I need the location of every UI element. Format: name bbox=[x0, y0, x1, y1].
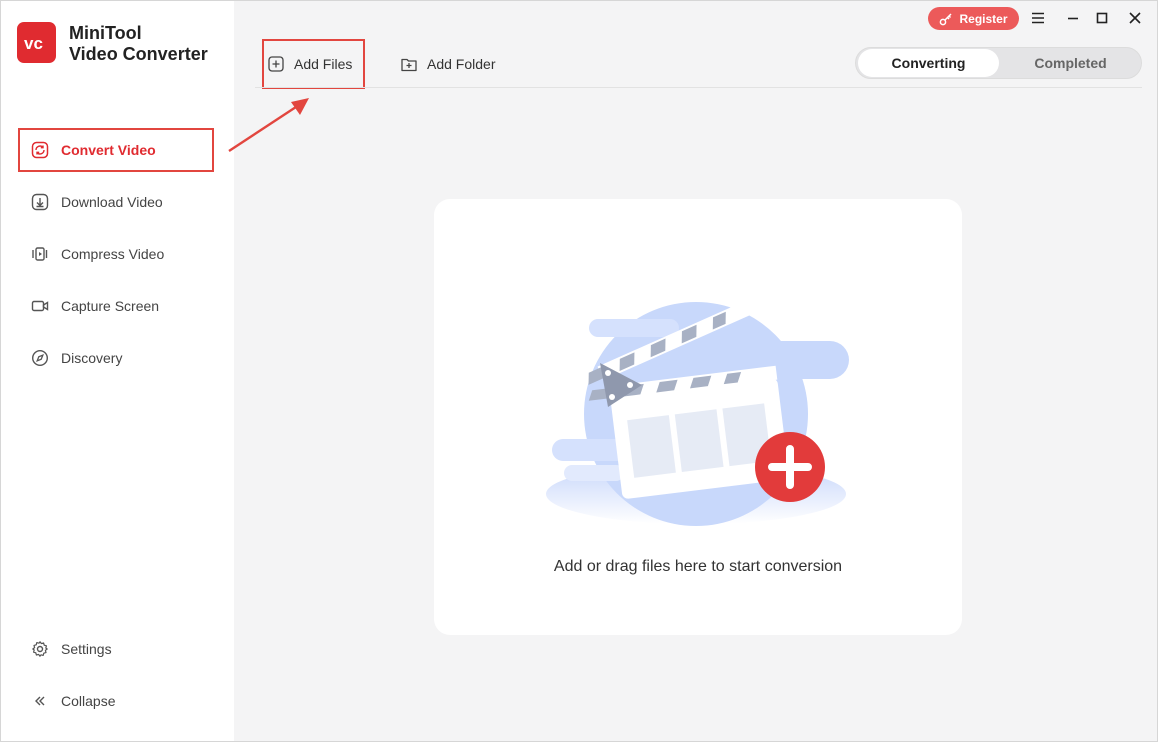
menu-button[interactable] bbox=[1028, 8, 1048, 28]
sidebar-item-compress-video[interactable]: Compress Video bbox=[18, 232, 214, 276]
gear-icon bbox=[31, 640, 49, 658]
sidebar-item-discovery[interactable]: Discovery bbox=[18, 336, 214, 380]
compass-icon bbox=[31, 349, 49, 367]
toolbar-divider bbox=[255, 87, 1142, 88]
sidebar-item-label: Download Video bbox=[61, 194, 163, 210]
sidebar-item-label: Discovery bbox=[61, 350, 122, 366]
collapse-label: Collapse bbox=[61, 693, 115, 709]
annotation-arrow bbox=[227, 93, 317, 155]
app-logo: vc bbox=[17, 22, 56, 63]
add-files-label: Add Files bbox=[294, 56, 352, 72]
register-label: Register bbox=[959, 12, 1007, 26]
tab-completed[interactable]: Completed bbox=[1000, 49, 1141, 77]
add-folder-label: Add Folder bbox=[427, 56, 495, 72]
convert-icon bbox=[31, 141, 49, 159]
tab-converting[interactable]: Converting bbox=[858, 49, 999, 77]
add-file-icon bbox=[268, 56, 284, 72]
maximize-button[interactable] bbox=[1092, 8, 1112, 28]
app-title: MiniTool Video Converter bbox=[69, 23, 208, 65]
close-button[interactable] bbox=[1125, 8, 1145, 28]
sidebar-item-download-video[interactable]: Download Video bbox=[18, 180, 214, 224]
register-button[interactable]: Register bbox=[928, 7, 1019, 30]
add-folder-button[interactable]: Add Folder bbox=[401, 56, 495, 72]
close-icon bbox=[1129, 12, 1141, 24]
app-title-line1: MiniTool bbox=[69, 23, 208, 44]
camera-icon bbox=[31, 297, 49, 315]
add-files-button[interactable]: Add Files bbox=[268, 56, 352, 72]
settings-label: Settings bbox=[61, 641, 112, 657]
drop-hint-text: Add or drag files here to start conversi… bbox=[434, 558, 962, 576]
sidebar-item-convert-video[interactable]: Convert Video bbox=[18, 128, 214, 172]
sidebar-item-label: Capture Screen bbox=[61, 298, 159, 314]
clapperboard-illustration bbox=[544, 289, 854, 529]
app-window: vc MiniTool Video Converter Convert Vide… bbox=[0, 0, 1158, 742]
compress-icon bbox=[31, 245, 49, 263]
download-icon bbox=[31, 193, 49, 211]
app-title-line2: Video Converter bbox=[69, 44, 208, 65]
settings-button[interactable]: Settings bbox=[18, 627, 214, 671]
add-folder-icon bbox=[401, 56, 417, 72]
minimize-icon bbox=[1067, 12, 1079, 24]
sidebar-item-label: Convert Video bbox=[61, 142, 156, 158]
collapse-button[interactable]: Collapse bbox=[18, 679, 214, 723]
sidebar-item-capture-screen[interactable]: Capture Screen bbox=[18, 284, 214, 328]
maximize-icon bbox=[1096, 12, 1108, 24]
sidebar: vc MiniTool Video Converter Convert Vide… bbox=[1, 1, 234, 741]
status-tab-switch: Converting Completed bbox=[855, 47, 1142, 79]
key-icon bbox=[939, 12, 953, 26]
hamburger-icon bbox=[1031, 12, 1045, 24]
file-drop-zone[interactable]: Add or drag files here to start conversi… bbox=[434, 199, 962, 635]
sidebar-item-label: Compress Video bbox=[61, 246, 164, 262]
double-chevron-left-icon bbox=[31, 692, 49, 710]
minimize-button[interactable] bbox=[1063, 8, 1083, 28]
svg-text:vc: vc bbox=[24, 34, 43, 53]
